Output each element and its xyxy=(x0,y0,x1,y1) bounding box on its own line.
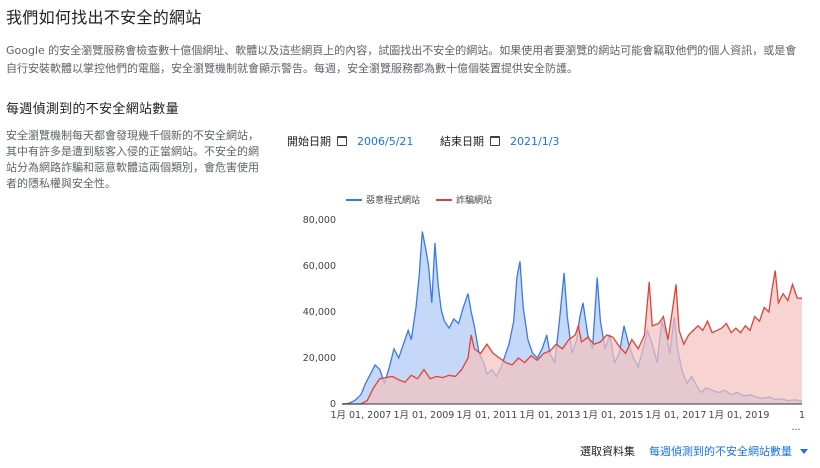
x-tick-label: 1月 01, 2009 xyxy=(393,410,454,421)
x-tick-label: 1月 01, 2015 xyxy=(583,410,644,421)
start-date-label: 開始日期 xyxy=(287,135,331,148)
legend-label-0: 惡意程式網站 xyxy=(366,194,420,206)
y-tick-label: 20,000 xyxy=(303,353,336,364)
x-tick-label: 1 xyxy=(799,410,805,421)
x-tick-label: 1月 01, 2011 xyxy=(456,410,517,421)
dataset-label: 選取資料集 xyxy=(580,445,635,458)
y-tick-label: 80,000 xyxy=(303,215,336,226)
end-date-picker[interactable]: 結束日期 2021/1/3 xyxy=(440,133,559,149)
y-tick-label: 40,000 xyxy=(303,307,336,318)
calendar-icon[interactable] xyxy=(490,136,500,146)
end-date-label: 結束日期 xyxy=(440,135,484,148)
x-tick-label: 1月 01, 2007 xyxy=(330,410,391,421)
x-tick-more: ... xyxy=(791,422,800,433)
x-tick-label: 1月 01, 2013 xyxy=(520,410,581,421)
y-tick-label: 60,000 xyxy=(303,261,336,272)
section-title: 每週偵測到的不安全網站數量 xyxy=(6,102,179,117)
calendar-icon[interactable] xyxy=(337,136,347,146)
intro-text: Google 的安全瀏覽服務會檢查數十億個網址、軟體以及這些網頁上的內容，試圖找… xyxy=(6,44,797,75)
y-tick-label: 0 xyxy=(330,399,336,410)
dataset-selected-value[interactable]: 每週偵測到的不安全網站數量 xyxy=(649,443,792,459)
section-description: 安全瀏覽機制每天都會發現幾千個新的不安全網站，其中有許多是遭到駭客入侵的正當網站… xyxy=(6,129,259,190)
end-date-value[interactable]: 2021/1/3 xyxy=(510,135,559,148)
legend-label-1: 詐騙網站 xyxy=(456,194,492,206)
caret-down-icon[interactable] xyxy=(800,448,808,454)
unsafe-sites-chart: 020,00040,00060,00080,0001月 01, 2007 1月 0… xyxy=(303,194,805,433)
start-date-value[interactable]: 2006/5/21 xyxy=(357,135,413,148)
dataset-dropdown[interactable]: 每週偵測到的不安全網站數量 xyxy=(649,443,808,459)
x-tick-label: 1月 01, 2019 xyxy=(709,410,770,421)
dataset-selector[interactable]: 選取資料集 每週偵測到的不安全網站數量 xyxy=(580,443,808,459)
start-date-picker[interactable]: 開始日期 2006/5/21 xyxy=(287,133,413,149)
x-tick-label: 1月 01, 2017 xyxy=(646,410,707,421)
page-title: 我們如何找出不安全的網站 xyxy=(6,8,202,27)
